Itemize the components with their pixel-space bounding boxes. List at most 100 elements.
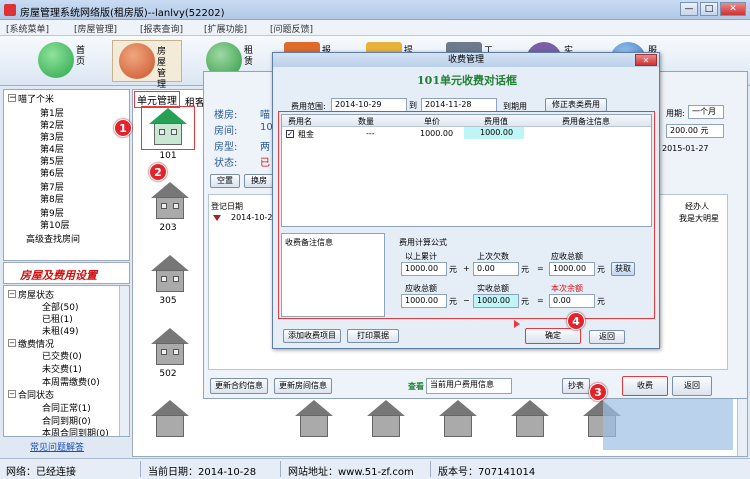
dialog-title: 收费管理 [273, 53, 659, 67]
fee-settings-banner[interactable]: 房屋及费用设置 [3, 262, 130, 284]
menu-extend[interactable]: [扩展功能] [204, 22, 247, 35]
watermark-logo [603, 390, 733, 450]
marker-1: 1 [114, 119, 132, 137]
house-icon [119, 43, 155, 79]
room-house-icon[interactable] [437, 400, 479, 440]
reg-date-header: 登记日期 [211, 202, 243, 211]
view-select[interactable]: 当前用户费用信息 [426, 378, 512, 394]
operator-header: 经办人 [685, 202, 709, 211]
unit-label: 元 [597, 265, 605, 274]
add-fee-item-button[interactable]: 添加收费项目 [283, 329, 341, 343]
pointer-arrow-icon [514, 320, 520, 328]
unit-label: 元 [449, 297, 457, 306]
network-status: 网络：已经连接 [6, 467, 76, 478]
room-house-icon[interactable] [149, 400, 191, 440]
pay-button[interactable]: 收费 [622, 376, 668, 396]
modify-meter-fee-button[interactable]: 修正表类费用 [545, 98, 607, 112]
room-house-icon[interactable] [509, 400, 551, 440]
back-button[interactable]: 返回 [672, 376, 712, 396]
tree-floor[interactable]: 第10层 [40, 218, 69, 231]
menu-system[interactable]: [系统菜单] [6, 22, 49, 35]
amount-field[interactable]: 200.00 元 [666, 124, 724, 138]
title-bar: 房屋管理系统网络版(租房版)--lanlvy(52202) — □ ✕ [0, 0, 750, 20]
room-label: 305 [159, 296, 177, 306]
tree-floor[interactable]: 第6层 [40, 166, 64, 179]
payment-paid[interactable]: 已交费(0) [42, 349, 82, 362]
update-contract-button[interactable]: 更新合约信息 [210, 378, 268, 394]
equals-sign: = [537, 296, 544, 305]
minimize-button[interactable]: — [680, 2, 698, 16]
vacant-button[interactable]: 空置 [210, 174, 240, 188]
start-date-field[interactable]: 2014-10-29 [331, 98, 407, 112]
menu-house[interactable]: [房屋管理] [74, 22, 117, 35]
update-room-button[interactable]: 更新房间信息 [274, 378, 332, 394]
minus-sign: − [463, 296, 470, 305]
status-unrented[interactable]: 未租(49) [42, 324, 78, 337]
receivable2-field[interactable]: 1000.00 [401, 294, 447, 308]
fetch-button[interactable]: 获取 [611, 262, 635, 276]
room-label: 房间: [214, 126, 238, 137]
scrollbar[interactable] [119, 286, 129, 436]
row-qty: --- [366, 129, 375, 138]
room-house-icon[interactable] [365, 400, 407, 440]
expand-arrow-icon[interactable] [213, 215, 221, 221]
toolbar-home-button[interactable]: 首页 [32, 40, 102, 82]
tree-root[interactable]: 喵了个米 [18, 92, 54, 105]
site-address: 网站地址：www.51-zf.com [288, 467, 414, 478]
close-button[interactable]: ✕ [720, 2, 746, 16]
operator-value: 我是大明星 [679, 214, 719, 223]
maximize-button[interactable]: □ [700, 2, 718, 16]
meter-button[interactable]: 抄表 [562, 378, 590, 394]
last-owed-label: 上次欠数 [477, 252, 509, 261]
row-price: 1000.00 [420, 129, 454, 138]
advanced-search-link[interactable]: 高级查找房间 [26, 232, 80, 245]
plus-sign: + [463, 264, 470, 273]
room-502-house-icon[interactable] [149, 328, 191, 368]
receivable-field[interactable]: 1000.00 [549, 262, 595, 276]
menu-feedback[interactable]: [问题反馈] [270, 22, 313, 35]
unit-label: 元 [521, 297, 529, 306]
dialog-back-button[interactable]: 返回 [589, 330, 625, 344]
contract-expire-week[interactable]: 本周合同到期(0) [42, 426, 109, 436]
room-label: 203 [159, 223, 177, 233]
remark-box[interactable]: 收费备注信息 [281, 233, 385, 317]
row-checkbox[interactable]: ✓ [286, 130, 294, 138]
payment-due-week[interactable]: 本周需缴费(0) [42, 375, 100, 388]
window-title: 房屋管理系统网络版(租房版)--lanlvy(52202) [20, 8, 225, 19]
room-305-house-icon[interactable] [149, 255, 191, 295]
balance-field[interactable]: 0.00 [549, 294, 595, 308]
payment-unpaid[interactable]: 未交费(1) [42, 362, 82, 375]
last-owed-field[interactable]: 0.00 [473, 262, 519, 276]
contract-normal[interactable]: 合同正常(1) [42, 401, 91, 414]
menu-report[interactable]: [报表查询] [140, 22, 183, 35]
collapse-icon[interactable]: − [8, 390, 16, 398]
unit-label: 元 [597, 297, 605, 306]
row-value[interactable]: 1000.00 [464, 127, 524, 139]
prev-total-field[interactable]: 1000.00 [401, 262, 447, 276]
marker-4: 4 [567, 312, 585, 330]
collapse-icon[interactable]: − [8, 339, 16, 347]
room-203-house-icon[interactable] [149, 182, 191, 222]
room-house-icon[interactable] [293, 400, 335, 440]
date-value: 2015-01-27 [662, 144, 709, 153]
menu-bar: [系统菜单] [房屋管理] [报表查询] [扩展功能] [问题反馈] [0, 20, 750, 36]
building-label: 楼房: [214, 110, 238, 121]
dialog-close-button[interactable]: ✕ [635, 54, 657, 66]
tree-floor[interactable]: 第8层 [40, 192, 64, 205]
print-receipt-button[interactable]: 打印票据 [347, 329, 399, 343]
toolbar-house-button[interactable]: 房屋管理 [112, 40, 182, 90]
receivable2-label: 应收总额 [405, 284, 437, 293]
end-date-field[interactable]: 2014-11-28 [421, 98, 497, 112]
room-101-house-icon[interactable] [147, 108, 189, 148]
ok-button[interactable]: 确定 [525, 328, 581, 344]
building-value: 喵 [260, 110, 270, 121]
collapse-icon[interactable]: − [8, 290, 16, 298]
faq-link[interactable]: 常见问题解答 [30, 440, 84, 453]
collapse-icon[interactable]: − [8, 94, 17, 103]
period-field[interactable]: 一个月 [688, 105, 724, 119]
actual-field[interactable]: 1000.00 [473, 294, 519, 308]
fee-dialog: 收费管理 ✕ 101单元收费对话框 费用范围: 2014-10-29 到 201… [272, 52, 660, 349]
col-qty: 数量 [358, 117, 374, 126]
contract-node[interactable]: 合同状态 [18, 388, 54, 401]
change-room-button[interactable]: 换房 [244, 174, 274, 188]
